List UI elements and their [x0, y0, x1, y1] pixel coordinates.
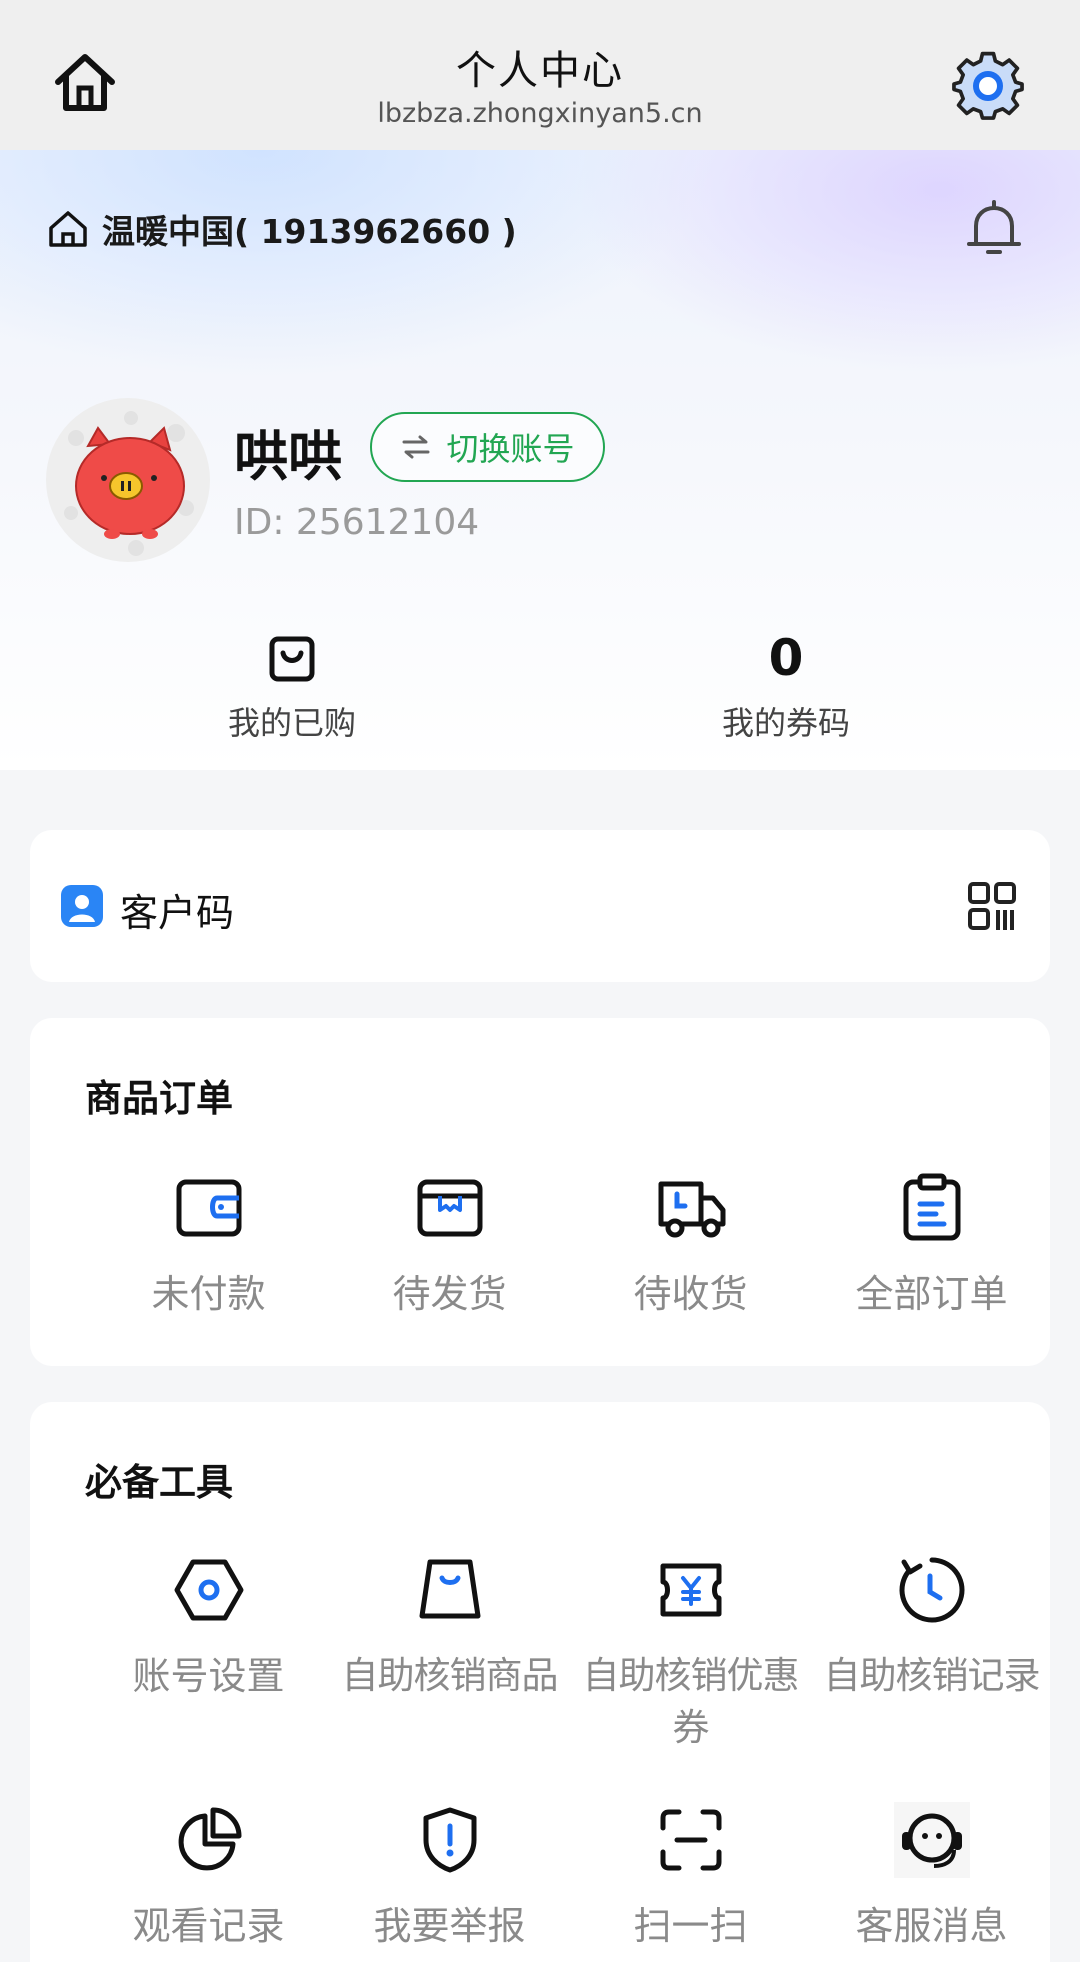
tool-scan-label: 扫一扫 — [633, 1904, 748, 1948]
my-purchased-label: 我的已购 — [227, 704, 356, 742]
scan-icon — [660, 1809, 721, 1871]
switch-account-button[interactable]: 切换账号 — [370, 412, 605, 482]
headset-icon — [893, 1802, 970, 1878]
pig-avatar-icon — [64, 411, 194, 556]
order-to-ship[interactable]: 待发货 — [329, 1170, 570, 1320]
order-to-receive-label: 待收货 — [633, 1272, 748, 1316]
my-coupons-stat[interactable]: 0 我的券码 — [516, 630, 1056, 744]
tool-customer-service[interactable]: 客服消息 — [811, 1802, 1052, 1952]
order-to-ship-label: 待发货 — [392, 1272, 507, 1316]
shield-alert-icon — [423, 1807, 476, 1873]
top-nav-bar: 个人中心 lbzbza.zhongxinyan5.cn — [0, 0, 1080, 150]
order-all-label: 全部订单 — [855, 1272, 1008, 1316]
qr-code-icon[interactable] — [968, 882, 1016, 932]
order-all[interactable]: 全部订单 — [811, 1170, 1052, 1320]
shop-name: 温暖中国( 1913962660 ) — [102, 212, 517, 251]
tool-watch-history[interactable]: 观看记录 — [88, 1802, 329, 1952]
tool-account-settings[interactable]: 账号设置 — [88, 1552, 329, 1702]
tool-watch-history-label: 观看记录 — [132, 1904, 285, 1948]
my-purchased-stat[interactable]: 我的已购 — [22, 630, 562, 744]
username: 哄哄 — [234, 425, 342, 488]
tool-verify-product[interactable]: 自助核销商品 — [329, 1552, 570, 1702]
box-icon — [417, 1179, 482, 1237]
pie-chart-icon — [178, 1807, 241, 1871]
order-to-receive[interactable]: 待收货 — [570, 1170, 811, 1320]
clipboard-icon — [903, 1173, 960, 1241]
tool-scan[interactable]: 扫一扫 — [570, 1802, 811, 1952]
user-badge-icon — [61, 885, 103, 927]
order-unpaid-label: 未付款 — [151, 1272, 266, 1316]
tool-customer-service-label: 客服消息 — [855, 1904, 1008, 1948]
user-id: ID: 25612104 — [234, 502, 480, 543]
ticket-icon — [660, 1563, 721, 1617]
tools-title: 必备工具 — [85, 1461, 233, 1504]
swap-arrows-icon — [402, 435, 430, 459]
bag-icon — [419, 1559, 480, 1619]
order-unpaid[interactable]: 未付款 — [88, 1170, 329, 1320]
bell-icon[interactable] — [964, 196, 1024, 260]
customer-code-card[interactable]: 客户码 — [30, 830, 1050, 982]
avatar[interactable] — [46, 398, 210, 562]
tool-verify-records[interactable]: 自助核销记录 — [811, 1552, 1052, 1702]
essential-tools-card: 必备工具 账号设置 自助核销商品 自助核销优惠券 自助核销记录 观看记录 我要举… — [30, 1402, 1050, 1962]
clock-icon — [899, 1557, 964, 1623]
page-url: lbzbza.zhongxinyan5.cn — [377, 98, 703, 129]
my-coupons-count: 0 — [768, 629, 804, 687]
orders-title: 商品订单 — [85, 1077, 233, 1120]
tool-verify-records-label: 自助核销记录 — [823, 1654, 1041, 1697]
wallet-icon — [176, 1179, 241, 1237]
tool-report-label: 我要举报 — [373, 1904, 526, 1948]
stats-row: 我的已购 0 我的券码 — [0, 630, 1080, 770]
customer-code-label: 客户码 — [120, 891, 235, 935]
gear-icon[interactable] — [950, 48, 1026, 124]
profile-header: 温暖中国( 1913962660 ) 哄哄 切换账号 ID: 25612104 — [0, 150, 1080, 770]
tool-report[interactable]: 我要举报 — [329, 1802, 570, 1952]
shopping-bag-icon — [269, 636, 315, 682]
house-icon — [49, 211, 87, 247]
truck-icon — [658, 1181, 725, 1238]
tool-verify-product-label: 自助核销商品 — [341, 1654, 559, 1697]
tool-verify-coupon-label: 自助核销优惠券 — [582, 1654, 800, 1749]
tool-account-settings-label: 账号设置 — [132, 1654, 285, 1698]
shop-row[interactable]: 温暖中国( 1913962660 ) — [46, 205, 517, 253]
product-orders-card: 商品订单 未付款 待发货 待收货 全部订单 — [30, 1018, 1050, 1366]
my-coupons-label: 我的券码 — [721, 704, 850, 742]
switch-account-label: 切换账号 — [446, 430, 575, 468]
page-title: 个人中心 — [456, 48, 624, 94]
hexagon-settings-icon — [174, 1559, 243, 1621]
tool-verify-coupon[interactable]: 自助核销优惠券 — [570, 1552, 811, 1754]
